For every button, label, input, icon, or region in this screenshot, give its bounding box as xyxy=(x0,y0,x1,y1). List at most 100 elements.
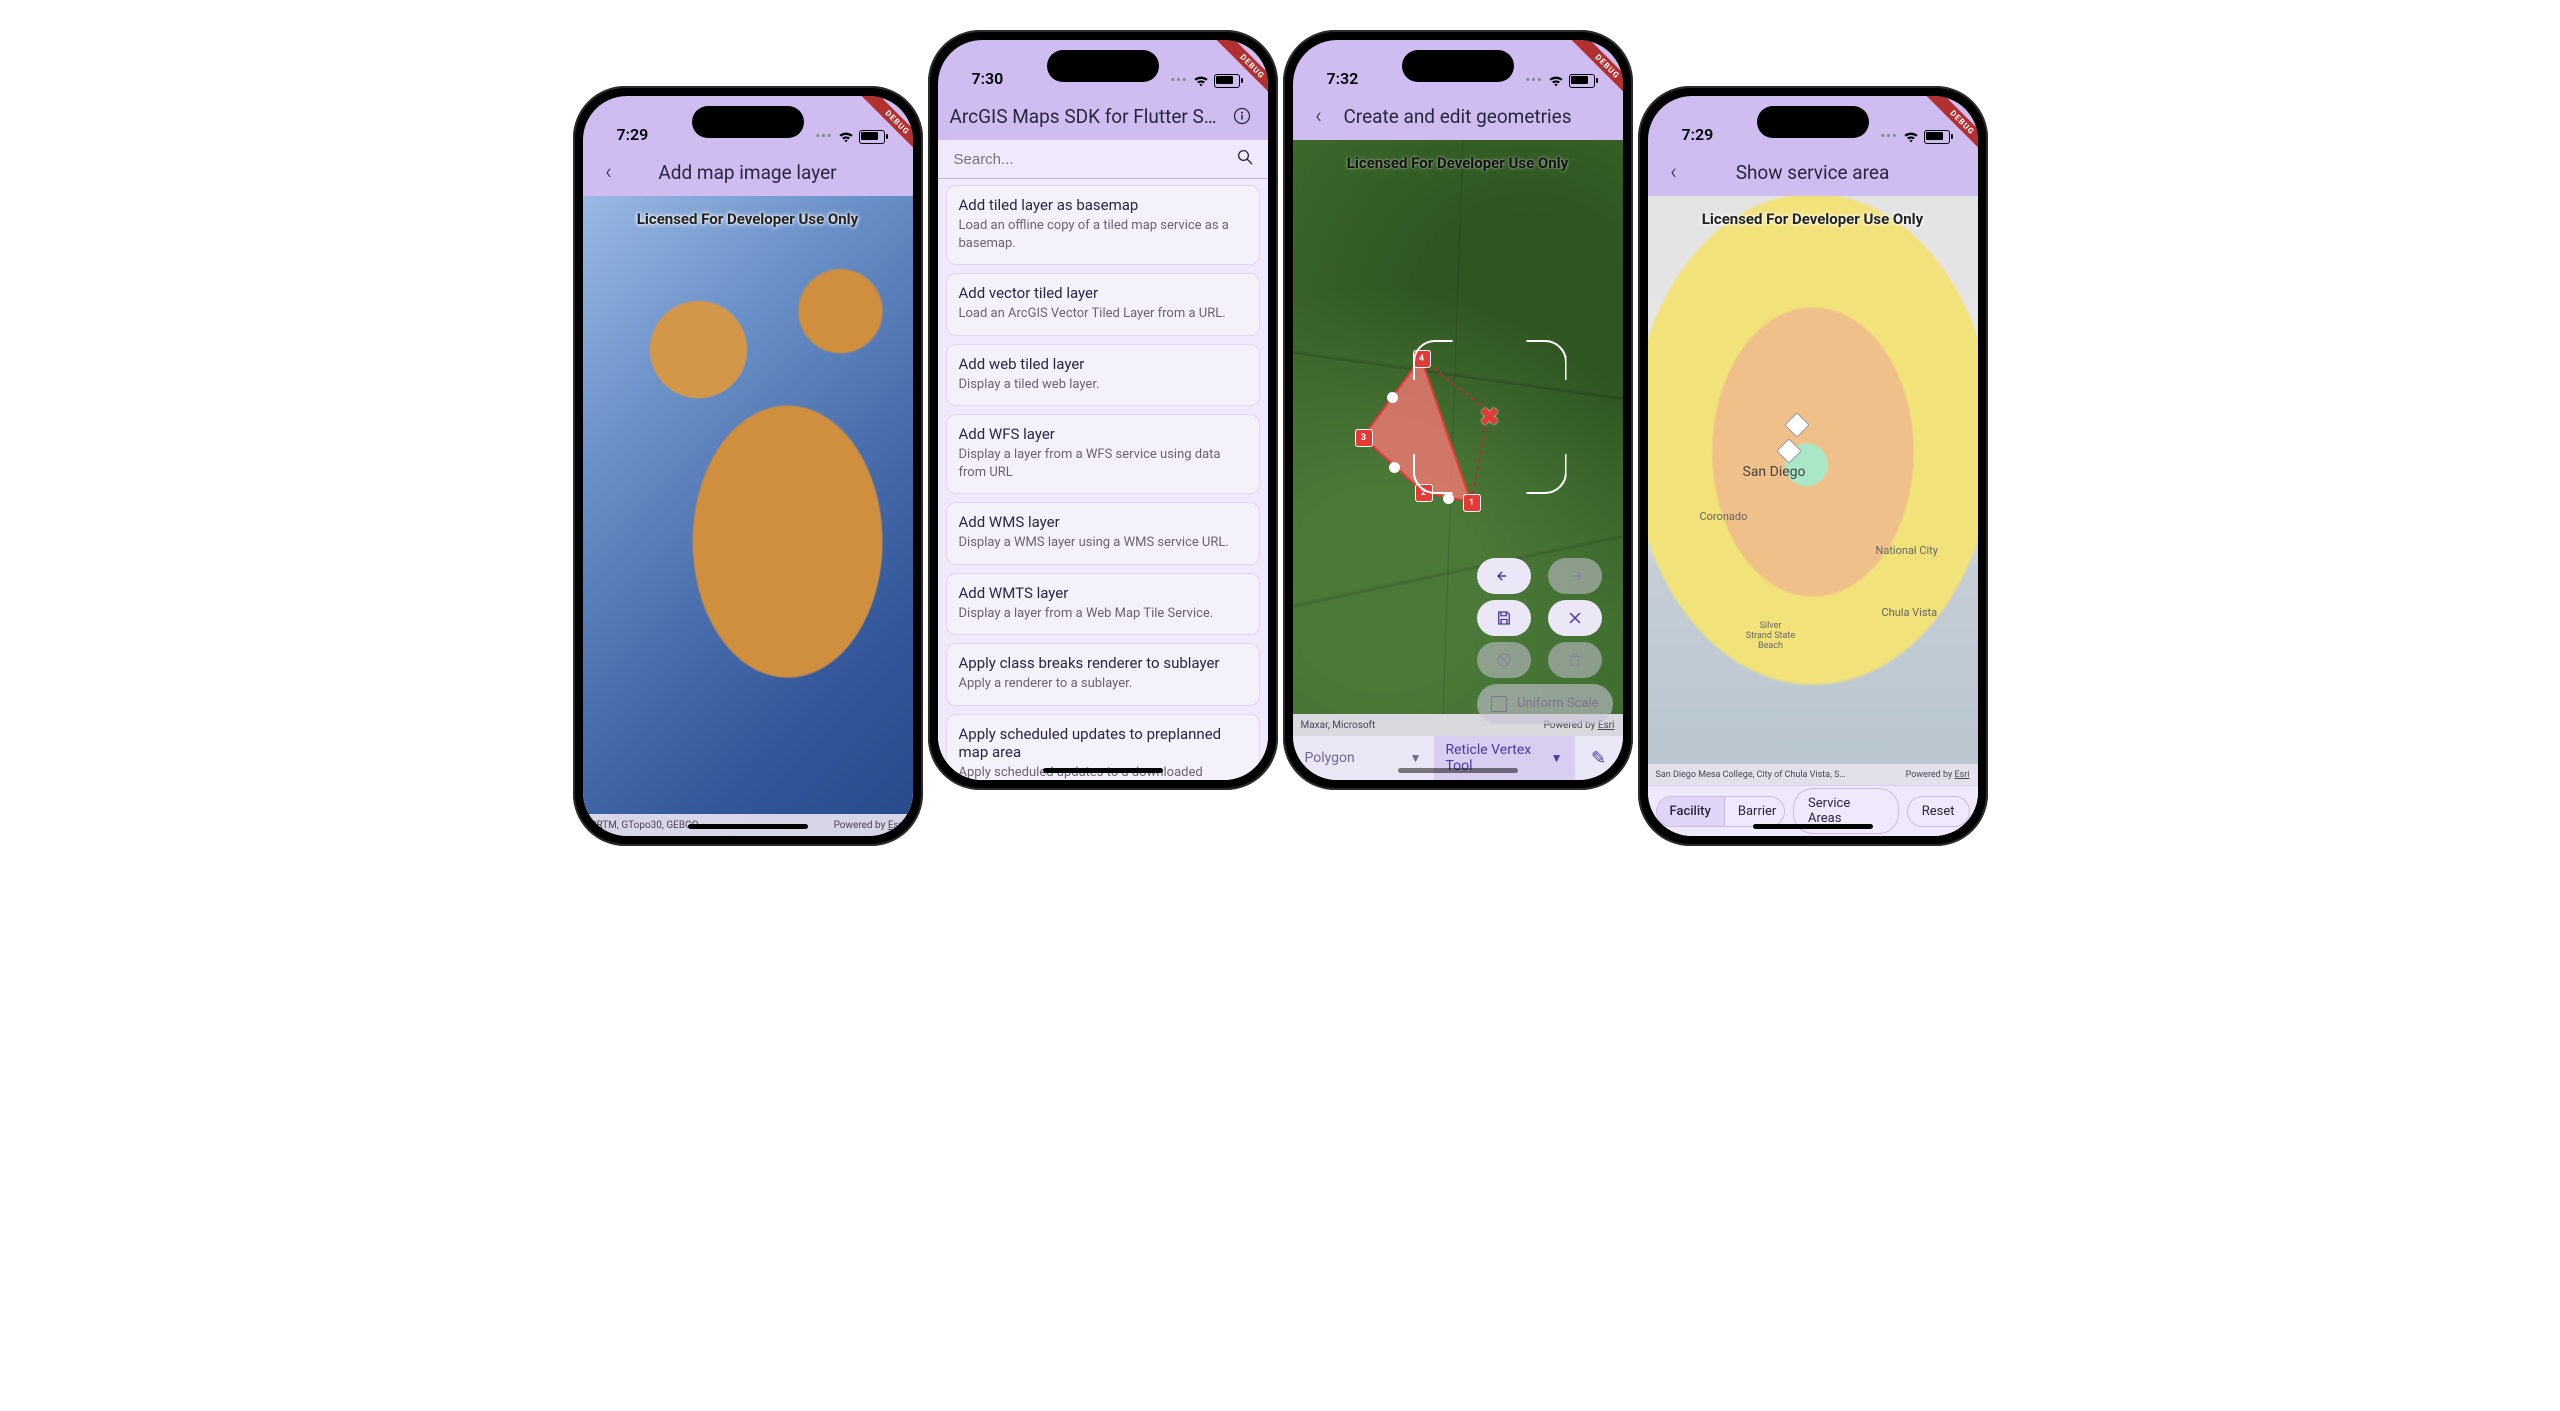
app-bar: ArcGIS Maps SDK for Flutter Sam… xyxy=(938,92,1268,140)
app-bar-title: ArcGIS Maps SDK for Flutter Sam… xyxy=(950,105,1220,128)
vertex-marker[interactable]: 3 xyxy=(1355,429,1373,447)
save-button[interactable] xyxy=(1477,600,1531,636)
app-bar: ‹ Create and edit geometries xyxy=(1293,92,1623,140)
city-label: Coronado xyxy=(1700,510,1748,523)
sample-title: Add WMTS layer xyxy=(959,584,1247,602)
city-label: San Diego xyxy=(1743,464,1806,480)
wifi-icon xyxy=(838,131,854,143)
sample-list-item[interactable]: Add vector tiled layerLoad an ArcGIS Vec… xyxy=(946,273,1260,336)
cellular-icon xyxy=(1525,73,1542,88)
sample-list-item[interactable]: Add tiled layer as basemapLoad an offlin… xyxy=(946,185,1260,265)
app-bar-title: Add map image layer xyxy=(631,161,865,184)
sample-title: Add web tiled layer xyxy=(959,355,1247,373)
sample-subtitle: Apply a renderer to a sublayer. xyxy=(959,675,1247,693)
discard-button[interactable] xyxy=(1477,642,1531,678)
wifi-icon xyxy=(1903,131,1919,143)
midpoint-marker[interactable] xyxy=(1389,462,1400,473)
chevron-down-icon: ▼ xyxy=(1410,751,1422,765)
home-indicator[interactable] xyxy=(1043,768,1163,773)
editor-tool-panel: Uniform Scale xyxy=(1477,558,1612,724)
chevron-down-icon: ▼ xyxy=(1551,751,1563,765)
info-button[interactable] xyxy=(1228,107,1256,125)
back-button[interactable]: ‹ xyxy=(1660,160,1688,185)
status-time: 7:30 xyxy=(972,69,1004,88)
barrier-mode-button[interactable]: Barrier xyxy=(1724,797,1785,826)
tool-dropdown[interactable]: Reticle Vertex Tool▼ xyxy=(1434,736,1575,780)
phone-geometry-editor: DEBUG 7:32 ‹ Create and edit geometries … xyxy=(1283,30,1633,790)
sample-list-item[interactable]: Add WMTS layer Display a layer from a Web… xyxy=(946,573,1260,636)
checkbox-icon xyxy=(1491,696,1507,712)
redo-button[interactable] xyxy=(1548,558,1602,594)
park-label: Silver Strand State Beach xyxy=(1746,621,1796,651)
facility-mode-button[interactable]: Facility xyxy=(1657,797,1724,826)
map-attribution: San Diego Mesa College, City of Chula Vi… xyxy=(1648,764,1978,786)
status-time: 7:29 xyxy=(1682,125,1714,144)
edit-button[interactable]: ✎ xyxy=(1575,736,1623,780)
sample-title: Add vector tiled layer xyxy=(959,284,1247,302)
status-time: 7:29 xyxy=(617,125,649,144)
midpoint-marker[interactable] xyxy=(1443,493,1454,504)
home-indicator[interactable] xyxy=(688,824,808,829)
attribution-powered-by: Powered by Esri xyxy=(1906,770,1970,780)
search-icon[interactable] xyxy=(1236,148,1254,170)
vertex-marker[interactable]: 1 xyxy=(1463,494,1481,512)
cellular-icon xyxy=(1170,73,1187,88)
phone-sample-list: DEBUG 7:30 ArcGIS Maps SDK for Flutter S… xyxy=(928,30,1278,790)
city-label: Chula Vista xyxy=(1882,606,1938,619)
sample-list[interactable]: Add tiled layer as basemapLoad an offlin… xyxy=(938,179,1268,780)
sample-title: Apply class breaks renderer to sublayer xyxy=(959,654,1247,672)
battery-icon xyxy=(1924,130,1950,144)
dynamic-island xyxy=(1757,106,1869,138)
search-bar xyxy=(938,140,1268,179)
midpoint-marker[interactable] xyxy=(1387,392,1398,403)
dynamic-island xyxy=(1402,50,1514,82)
license-watermark: Licensed For Developer Use Only xyxy=(1648,210,1978,228)
sample-title: Apply scheduled updates to preplanned ma… xyxy=(959,725,1247,761)
attribution-powered-by: Powered by Esri xyxy=(834,820,905,831)
sample-subtitle: Display a layer from a Web Map Tile Serv… xyxy=(959,605,1247,623)
sample-subtitle: Display a WMS layer using a WMS service … xyxy=(959,534,1247,552)
geometry-type-dropdown[interactable]: Polygon▼ xyxy=(1293,736,1434,780)
attribution-sources: Maxar, Microsoft xyxy=(1301,720,1376,731)
sample-title: Add WMS layer xyxy=(959,513,1247,531)
map-view[interactable] xyxy=(583,196,913,836)
sample-title: Add WFS layer xyxy=(959,425,1247,443)
search-input[interactable] xyxy=(952,150,1228,169)
sample-list-item[interactable]: Add WMS layer Display a WMS layer using a… xyxy=(946,502,1260,565)
home-indicator[interactable] xyxy=(1398,768,1518,773)
app-bar-title: Show service area xyxy=(1696,161,1930,184)
delete-button[interactable] xyxy=(1548,642,1602,678)
home-indicator[interactable] xyxy=(1753,824,1873,829)
undo-button[interactable] xyxy=(1477,558,1531,594)
battery-icon xyxy=(859,130,885,144)
back-button[interactable]: ‹ xyxy=(1305,104,1333,129)
sample-list-item[interactable]: Add WFS layerDisplay a layer from a WFS … xyxy=(946,414,1260,494)
sample-subtitle: Load an offline copy of a tiled map serv… xyxy=(959,217,1247,252)
app-bar: ‹ Show service area xyxy=(1648,148,1978,196)
uniform-scale-label: Uniform Scale xyxy=(1517,697,1598,711)
dynamic-island xyxy=(692,106,804,138)
phone-service-area: DEBUG 7:29 ‹ Show service area Licensed … xyxy=(1638,86,1988,846)
cellular-icon xyxy=(1880,129,1897,144)
attribution-sources: San Diego Mesa College, City of Chula Vi… xyxy=(1656,770,1846,780)
sample-list-item[interactable]: Add web tiled layer Display a tiled web l… xyxy=(946,344,1260,407)
app-bar-title: Create and edit geometries xyxy=(1341,105,1575,128)
uniform-scale-toggle[interactable]: Uniform Scale xyxy=(1477,684,1612,724)
phone-add-map-image-layer: DEBUG 7:29 ‹ Add map image layer License… xyxy=(573,86,923,846)
map-labels: San Diego Coronado National City Chula V… xyxy=(1648,196,1978,836)
status-time: 7:32 xyxy=(1327,69,1359,88)
cancel-button[interactable] xyxy=(1548,600,1602,636)
app-bar: ‹ Add map image layer xyxy=(583,148,913,196)
battery-icon xyxy=(1214,74,1240,88)
reset-button[interactable]: Reset xyxy=(1907,796,1970,827)
battery-icon xyxy=(1569,74,1595,88)
license-watermark: Licensed For Developer Use Only xyxy=(1293,154,1623,172)
cellular-icon xyxy=(815,129,832,144)
editor-bottom-bar: Polygon▼ Reticle Vertex Tool▼ ✎ xyxy=(1293,736,1623,780)
back-button[interactable]: ‹ xyxy=(595,160,623,185)
city-label: National City xyxy=(1876,544,1938,557)
mode-segmented-control: Facility Barrier xyxy=(1656,796,1785,827)
sample-list-item[interactable]: Apply class breaks renderer to sublayer A… xyxy=(946,643,1260,706)
wifi-icon xyxy=(1548,75,1564,87)
sample-subtitle: Display a tiled web layer. xyxy=(959,376,1247,394)
